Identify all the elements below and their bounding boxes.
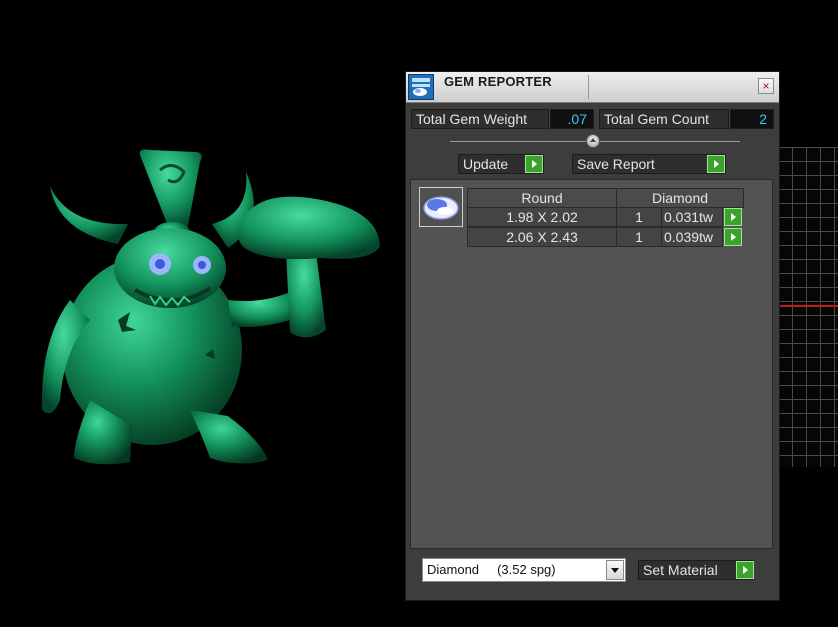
total-gem-weight-label: Total Gem Weight (411, 109, 549, 129)
gem-list: Round Diamond 1.98 X 2.02 1 0.031tw 2.06… (410, 179, 773, 549)
collapse-toggle-icon[interactable] (586, 134, 600, 148)
title-divider (588, 75, 589, 99)
row-select-play-icon[interactable] (724, 228, 742, 246)
gem-size-cell: 1.98 X 2.02 (467, 207, 617, 227)
material-selected-value: Diamond (3.52 spg) (427, 562, 556, 577)
material-bar: Diamond (3.52 spg) Set Material (406, 554, 779, 600)
total-gem-count-label: Total Gem Count (599, 109, 729, 129)
title-bar[interactable]: GEM REPORTER × (406, 72, 779, 103)
gem-count-cell: 1 (616, 227, 662, 247)
grid-axis-line (778, 305, 838, 307)
viewport-grid (778, 147, 838, 467)
row-select-play-icon[interactable] (724, 208, 742, 226)
update-label: Update (463, 156, 509, 172)
pendant-model (41, 149, 380, 465)
gem-weight-cell: 0.039tw (661, 227, 723, 247)
gem-reporter-app-icon (408, 74, 434, 100)
save-report-play-icon[interactable] (707, 155, 725, 173)
gem-count-cell: 1 (616, 207, 662, 227)
gem-material-header: Diamond (616, 188, 744, 208)
chevron-down-icon[interactable] (606, 560, 624, 580)
save-report-button[interactable]: Save Report (572, 154, 726, 174)
window-title: GEM REPORTER (444, 74, 552, 89)
gem-size-cell: 2.06 X 2.43 (467, 227, 617, 247)
total-gem-weight-value: .07 (550, 109, 594, 129)
update-play-icon[interactable] (525, 155, 543, 173)
close-icon[interactable]: × (758, 78, 774, 94)
material-dropdown[interactable]: Diamond (3.52 spg) (422, 558, 626, 582)
set-material-play-icon[interactable] (736, 561, 754, 579)
gem-reporter-panel: GEM REPORTER × Total Gem Weight .07 Tota… (405, 71, 780, 601)
gem-weight-cell: 0.031tw (661, 207, 723, 227)
save-report-label: Save Report (577, 156, 655, 172)
gem-shape-header: Round (467, 188, 617, 208)
set-material-label: Set Material (643, 562, 718, 578)
oval-gem-icon[interactable] (419, 187, 463, 227)
total-gem-count-value: 2 (730, 109, 774, 129)
